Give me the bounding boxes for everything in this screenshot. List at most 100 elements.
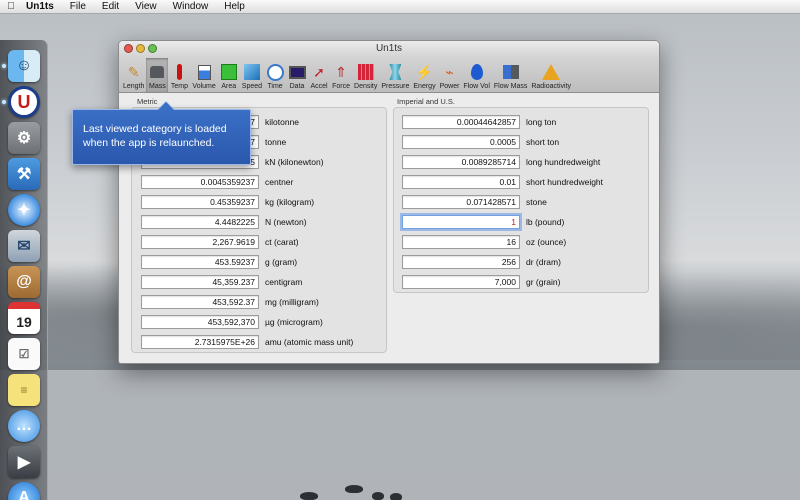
- tab-power[interactable]: ⌁ Power: [438, 58, 462, 92]
- unit-label: centner: [265, 177, 294, 187]
- menu-app-name[interactable]: Un1ts: [22, 1, 62, 12]
- unit-label: long hundredweight: [526, 157, 601, 167]
- finder-icon[interactable]: ☺: [8, 50, 40, 82]
- info-callout: Last viewed category is loaded when the …: [72, 101, 251, 165]
- tab-energy[interactable]: ⚡ Energy: [411, 58, 437, 92]
- drop-icon: [468, 63, 486, 81]
- gram-field[interactable]: [141, 255, 259, 269]
- ruler-icon: ✎: [127, 63, 140, 80]
- metric-row-amu: amu (atomic mass unit): [141, 335, 353, 349]
- unit-label: kilotonne: [265, 117, 300, 127]
- clock-icon: [266, 63, 284, 81]
- short-hundredweight-field[interactable]: [402, 175, 520, 189]
- unit-label: gr (grain): [526, 277, 561, 287]
- stone-field[interactable]: [402, 195, 520, 209]
- milligram-field[interactable]: [141, 295, 259, 309]
- menu-edit[interactable]: Edit: [94, 1, 127, 12]
- imperial-row-stone: stone: [402, 195, 547, 209]
- zoom-button[interactable]: [148, 44, 157, 53]
- unit-label: lb (pound): [526, 217, 565, 227]
- imperial-row-ounce: oz (ounce): [402, 235, 566, 249]
- centigram-field[interactable]: [141, 275, 259, 289]
- tab-flow-vol[interactable]: Flow Vol: [461, 58, 491, 92]
- long-hundredweight-field[interactable]: [402, 155, 520, 169]
- tab-flow-mass[interactable]: Flow Mass: [492, 58, 529, 92]
- xcode-icon[interactable]: ⚒: [8, 158, 40, 190]
- tab-speed[interactable]: Speed: [240, 58, 264, 92]
- app-store-icon[interactable]: A: [8, 482, 40, 500]
- calendar-icon[interactable]: 19: [8, 302, 40, 334]
- dram-field[interactable]: [402, 255, 520, 269]
- duck: [372, 492, 384, 500]
- tab-time[interactable]: Time: [264, 58, 286, 92]
- tab-data[interactable]: Data: [286, 58, 308, 92]
- newton-field[interactable]: [141, 215, 259, 229]
- messages-icon[interactable]: …: [8, 410, 40, 442]
- imperial-row-dram: dr (dram): [402, 255, 561, 269]
- unit-label: µg (microgram): [265, 317, 323, 327]
- safari-icon[interactable]: ✦: [8, 194, 40, 226]
- stickies-icon[interactable]: ≡: [8, 374, 40, 406]
- duck: [300, 492, 318, 500]
- tab-volume[interactable]: Volume: [190, 58, 217, 92]
- unit-label: g (gram): [265, 257, 298, 267]
- running-indicator: [2, 100, 6, 104]
- unit-label: N (newton): [265, 217, 307, 227]
- tab-temp[interactable]: Temp: [168, 58, 190, 92]
- metric-row-carat: ct (carat): [141, 235, 299, 249]
- window-titlebar[interactable]: Un1ts: [119, 41, 659, 57]
- monitor-icon: [288, 63, 306, 81]
- menu-file[interactable]: File: [62, 1, 94, 12]
- unit-label: tonne: [265, 137, 287, 147]
- kilogram-field[interactable]: [141, 195, 259, 209]
- minimize-button[interactable]: [136, 44, 145, 53]
- tab-area[interactable]: Area: [218, 58, 240, 92]
- long-ton-field[interactable]: [402, 115, 520, 129]
- tab-force[interactable]: ⇑ Force: [330, 58, 352, 92]
- energy-bolt-icon: ⚡: [415, 63, 434, 80]
- grain-field[interactable]: [402, 275, 520, 289]
- microgram-field[interactable]: [141, 315, 259, 329]
- un1ts-app-icon[interactable]: U: [8, 86, 40, 118]
- pound-field[interactable]: [402, 215, 520, 229]
- menu-bar:  Un1ts File Edit View Window Help: [0, 0, 800, 14]
- unit-label: mg (milligram): [265, 297, 319, 307]
- metric-row-centigram: centigram: [141, 275, 302, 289]
- facetime-icon[interactable]: ▶: [8, 446, 40, 478]
- amu-field[interactable]: [141, 335, 259, 349]
- system-preferences-icon[interactable]: ⚙: [8, 122, 40, 154]
- area-square-icon: [220, 63, 238, 81]
- ounce-field[interactable]: [402, 235, 520, 249]
- close-button[interactable]: [124, 44, 133, 53]
- tab-radioactivity[interactable]: Radioactivity: [529, 58, 573, 92]
- tab-pressure[interactable]: Pressure: [379, 58, 411, 92]
- background-lake: [0, 370, 800, 500]
- imperial-row-long-ton: long ton: [402, 115, 556, 129]
- address-book-icon[interactable]: @: [8, 266, 40, 298]
- metric-row-kilogram: kg (kilogram): [141, 195, 314, 209]
- window-title: Un1ts: [375, 43, 403, 54]
- menu-view[interactable]: View: [127, 1, 165, 12]
- short-ton-field[interactable]: [402, 135, 520, 149]
- unit-label: stone: [526, 197, 547, 207]
- centner-field[interactable]: [141, 175, 259, 189]
- dock: ☺ U ⚙ ⚒ ✦ ✉ @ 19 ☑ ≡ … ▶ A: [0, 40, 48, 500]
- tab-mass[interactable]: Mass: [146, 58, 169, 92]
- menu-help[interactable]: Help: [216, 1, 253, 12]
- imperial-row-short-ton: short ton: [402, 135, 559, 149]
- unit-label: kN (kilonewton): [265, 157, 324, 167]
- apple-menu-icon[interactable]: : [0, 1, 22, 12]
- mail-icon[interactable]: ✉: [8, 230, 40, 262]
- imperial-row-grain: gr (grain): [402, 275, 560, 289]
- un1ts-window: Un1ts ✎ Length Mass Temp Volume Area Spee…: [118, 40, 660, 364]
- unit-label: dr (dram): [526, 257, 561, 267]
- tab-accel[interactable]: ➚ Accel: [308, 58, 330, 92]
- tab-length[interactable]: ✎ Length: [121, 58, 146, 92]
- menu-window[interactable]: Window: [165, 1, 217, 12]
- tab-density[interactable]: Density: [352, 58, 379, 92]
- carat-field[interactable]: [141, 235, 259, 249]
- reminders-icon[interactable]: ☑: [8, 338, 40, 370]
- unit-label: centigram: [265, 277, 303, 287]
- unit-label: short ton: [526, 137, 560, 147]
- metric-group-label: Metric: [137, 97, 158, 106]
